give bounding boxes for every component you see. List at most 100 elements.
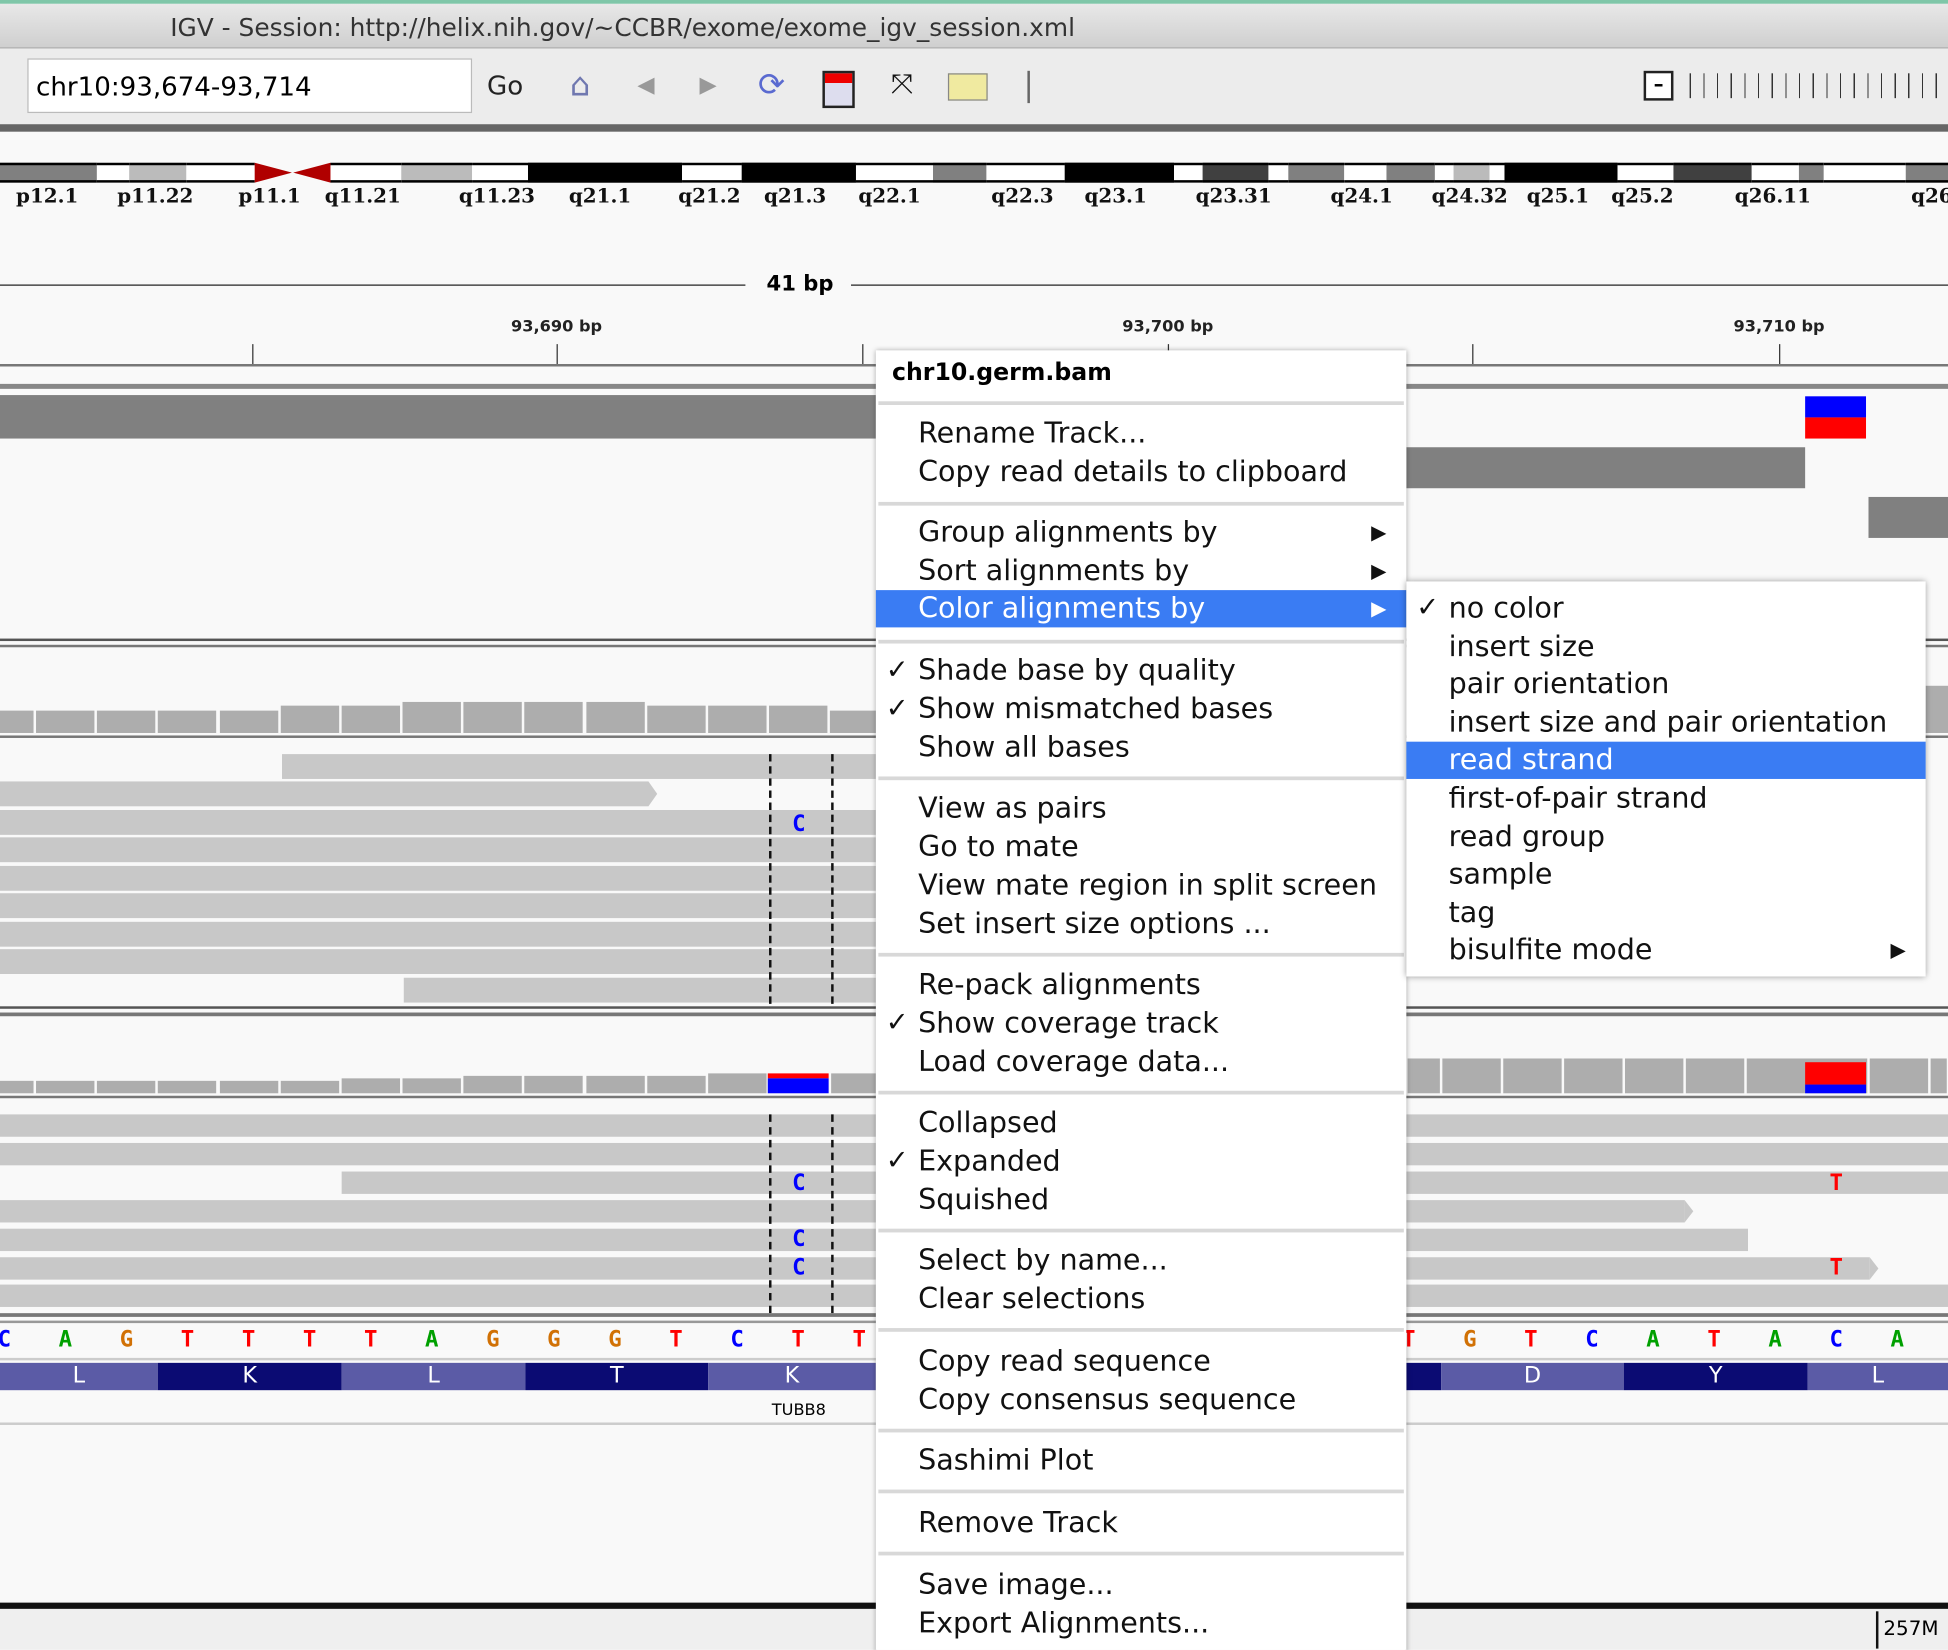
read[interactable]: [1406, 1114, 1948, 1137]
menu-item-expanded[interactable]: ✓ Expanded: [876, 1143, 1406, 1180]
menu-item-sort-alignments-by[interactable]: Sort alignments by ▶: [876, 553, 1406, 590]
coverage-bar[interactable]: [463, 701, 523, 733]
coverage-bar[interactable]: [402, 1078, 461, 1094]
coverage-bar[interactable]: [707, 705, 767, 733]
menu-item-go-to-mate[interactable]: Go to mate: [876, 829, 1406, 866]
coverage-bar[interactable]: [402, 701, 461, 733]
gene-label[interactable]: TUBB8: [772, 1401, 826, 1420]
menu-item-color-alignments-by[interactable]: Color alignments by ▶: [875, 590, 1407, 628]
zoom-slider[interactable]: [1689, 73, 1948, 99]
locus-input[interactable]: chr10:93,674-93,714: [27, 58, 473, 114]
menu-item-clear-selections[interactable]: Clear selections: [876, 1281, 1406, 1318]
color-option-tag[interactable]: tag: [1406, 894, 1925, 931]
color-option-first-of-pair-strand[interactable]: first-of-pair strand: [1406, 780, 1925, 817]
color-option-read-strand[interactable]: read strand: [1406, 742, 1926, 780]
cytoband[interactable]: [330, 162, 402, 183]
coverage-bar[interactable]: [1564, 1058, 1623, 1094]
cytoband[interactable]: [1673, 162, 1752, 183]
cytoband[interactable]: [129, 162, 187, 183]
coverage-bar[interactable]: [585, 701, 645, 733]
color-option-insert-size-and-pair-orientation[interactable]: insert size and pair orientation: [1406, 704, 1925, 741]
coverage-bar[interactable]: [280, 705, 339, 733]
cytoband[interactable]: [986, 162, 1065, 183]
region-of-interest-icon[interactable]: [822, 70, 855, 109]
coverage-bar[interactable]: [831, 1073, 876, 1094]
menu-item-view-mate-region-in-split-screen[interactable]: View mate region in split screen: [876, 867, 1406, 904]
cytoband[interactable]: [1453, 162, 1490, 183]
cytoband[interactable]: [1434, 162, 1454, 183]
cytoband[interactable]: [682, 162, 742, 183]
alignment-block[interactable]: [0, 395, 876, 439]
cytoband[interactable]: [1386, 162, 1435, 183]
coverage-bar[interactable]: [1503, 1058, 1562, 1094]
cytoband[interactable]: [1751, 162, 1799, 183]
read[interactable]: [0, 949, 876, 975]
menu-item-remove-track[interactable]: Remove Track: [876, 1504, 1406, 1541]
read[interactable]: [0, 893, 876, 919]
coverage-bar[interactable]: [768, 705, 828, 733]
coverage-bar[interactable]: [524, 1075, 584, 1094]
go-button[interactable]: Go: [487, 71, 523, 101]
coverage-bar[interactable]: [341, 705, 400, 733]
read[interactable]: [0, 1142, 876, 1166]
color-option-bisulfite-mode[interactable]: bisulfite mode ▶: [1406, 932, 1925, 969]
cytoband[interactable]: [1202, 162, 1269, 183]
coverage-bar[interactable]: [585, 1075, 645, 1094]
cytoband[interactable]: [1905, 162, 1948, 183]
cytoband[interactable]: [1288, 162, 1345, 183]
color-option-no-color[interactable]: ✓ no color: [1406, 590, 1925, 627]
coverage-bar[interactable]: [1930, 1058, 1947, 1094]
read[interactable]: [0, 1200, 876, 1223]
read[interactable]: [1406, 1142, 1948, 1166]
cytoband[interactable]: [933, 162, 987, 183]
coverage-bar[interactable]: [36, 1080, 95, 1094]
menu-item-set-insert-size-options[interactable]: Set insert size options ...: [876, 906, 1406, 943]
coverage-bar[interactable]: [463, 1075, 523, 1094]
read[interactable]: [0, 921, 876, 947]
read[interactable]: [0, 810, 876, 835]
read[interactable]: [1406, 1200, 1685, 1223]
cytoband[interactable]: [1617, 162, 1674, 183]
cytoband[interactable]: [96, 162, 130, 183]
menu-item-collapsed[interactable]: Collapsed: [876, 1104, 1406, 1141]
zoom-out-button[interactable]: –: [1643, 70, 1674, 101]
color-option-read-group[interactable]: read group: [1406, 818, 1925, 855]
cytoband[interactable]: [1504, 162, 1618, 183]
coverage-bar[interactable]: [0, 710, 34, 733]
coverage-bar[interactable]: [524, 701, 584, 733]
coverage-bar[interactable]: [36, 710, 95, 733]
color-option-sample[interactable]: sample: [1406, 856, 1925, 893]
color-option-insert-size[interactable]: insert size: [1406, 628, 1925, 665]
cytoband[interactable]: [401, 162, 473, 183]
coverage-bar[interactable]: [707, 1073, 767, 1094]
menu-item-show-coverage-track[interactable]: ✓ Show coverage track: [876, 1005, 1406, 1042]
menu-item-rename-track[interactable]: Rename Track...: [876, 415, 1406, 452]
read[interactable]: [1406, 1228, 1748, 1252]
menu-item-copy-consensus-sequence[interactable]: Copy consensus sequence: [876, 1381, 1406, 1418]
menu-item-re-pack-alignments[interactable]: Re-pack alignments: [876, 967, 1406, 1004]
coverage-bar[interactable]: [646, 1075, 706, 1094]
read[interactable]: [1406, 1171, 1948, 1194]
read[interactable]: [0, 1284, 876, 1307]
cytoband[interactable]: [1174, 162, 1203, 183]
menu-item-show-mismatched-bases[interactable]: ✓ Show mismatched bases: [876, 691, 1406, 728]
coverage-bar[interactable]: [646, 705, 706, 733]
menu-item-group-alignments-by[interactable]: Group alignments by ▶: [876, 514, 1406, 551]
menu-item-export-alignments[interactable]: Export Alignments...: [876, 1605, 1406, 1642]
home-icon[interactable]: ⌂: [558, 63, 603, 108]
menu-item-save-image[interactable]: Save image...: [876, 1567, 1406, 1604]
read[interactable]: [282, 754, 876, 779]
menu-item-copy-read-sequence[interactable]: Copy read sequence: [876, 1343, 1406, 1380]
alignment-block[interactable]: [1868, 496, 1948, 538]
coverage-bar[interactable]: [1407, 1058, 1440, 1094]
coverage-bar[interactable]: [158, 710, 217, 733]
coverage-bar[interactable]: [0, 1080, 34, 1094]
menu-item-load-coverage-data[interactable]: Load coverage data...: [876, 1044, 1406, 1081]
read[interactable]: [0, 837, 876, 863]
read[interactable]: [1406, 1257, 1870, 1280]
forward-icon[interactable]: ▶: [686, 63, 731, 108]
cytoband[interactable]: [1344, 162, 1387, 183]
coverage-bar[interactable]: [1442, 1058, 1501, 1094]
color-option-pair-orientation[interactable]: pair orientation: [1406, 666, 1925, 703]
coverage-bar[interactable]: [1685, 1058, 1745, 1094]
